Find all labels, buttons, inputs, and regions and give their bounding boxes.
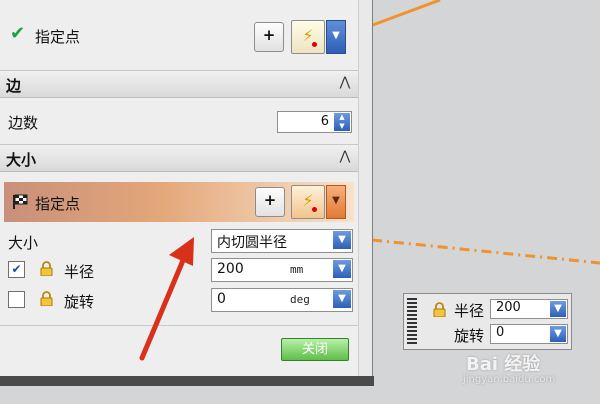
floating-radius-label: 半径 xyxy=(454,302,485,320)
lock-icon[interactable] xyxy=(433,302,446,317)
floating-rotation-value: 0 xyxy=(496,325,505,340)
dropdown-arrow-icon[interactable]: ▼ xyxy=(550,326,566,342)
watermark-url: jingyan.baidu.com xyxy=(463,374,556,385)
floating-rotation-input[interactable]: 0 ▼ xyxy=(490,324,568,344)
drag-handle[interactable] xyxy=(407,298,417,345)
dropdown-arrow-icon[interactable]: ▼ xyxy=(550,301,566,317)
floating-rotation-label: 旋转 xyxy=(454,327,485,345)
floating-radius-input[interactable]: 200 ▼ xyxy=(490,299,568,319)
dynamic-input-panel: 半径 200 ▼ 旋转 0 ▼ xyxy=(403,293,572,350)
floating-radius-value: 200 xyxy=(496,300,521,315)
watermark-logo: Bai 经验 xyxy=(466,354,541,375)
